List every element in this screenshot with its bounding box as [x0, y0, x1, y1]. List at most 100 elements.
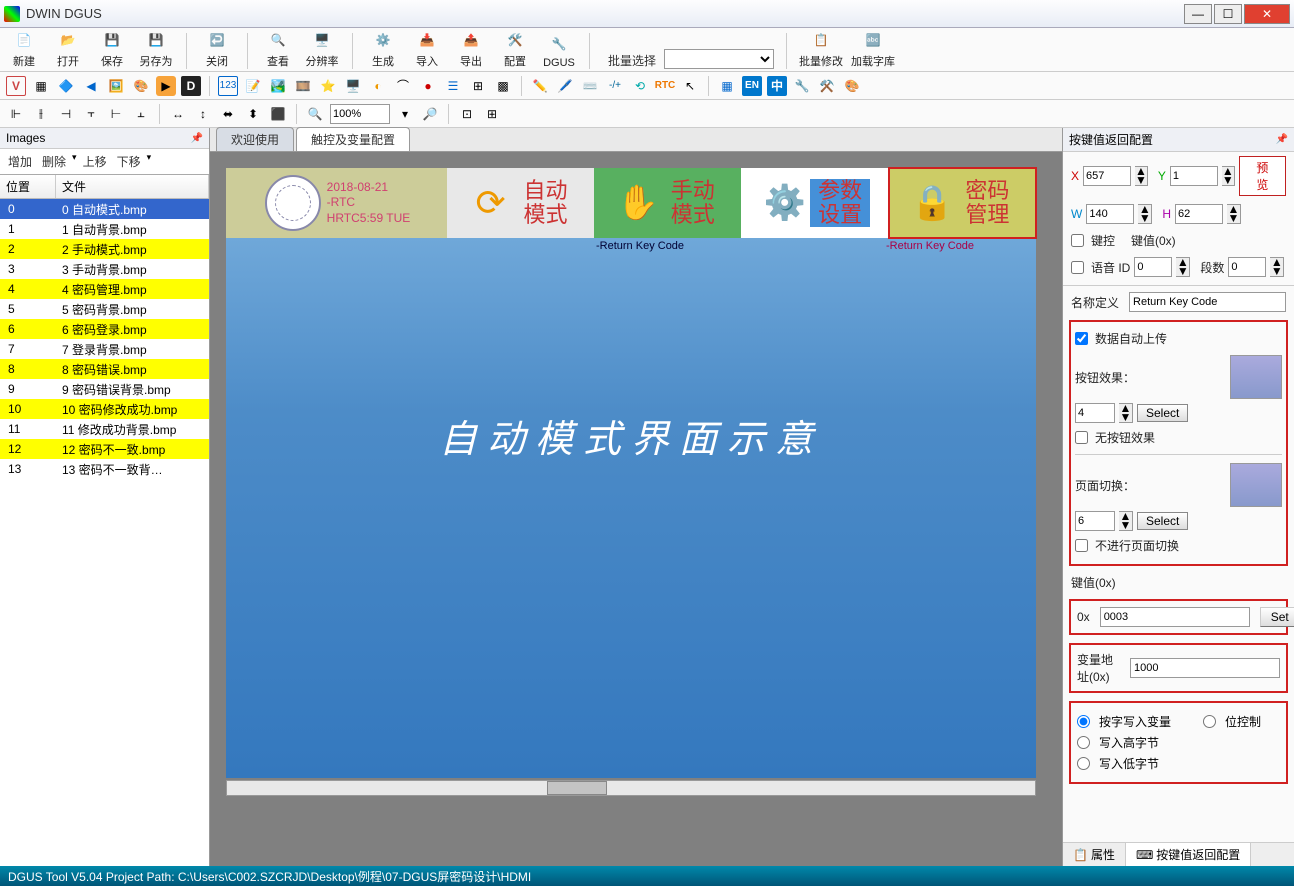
tool-icon-6[interactable]: ▶ — [156, 76, 176, 96]
image-icon[interactable]: 🏞️ — [268, 76, 288, 96]
tool-icon-5[interactable]: 🎨 — [131, 76, 151, 96]
design-canvas[interactable]: 2018-08-21 -RTC HRTC5:59 TUE ⟳ 自动模式 ✋ 手动… — [226, 168, 1036, 778]
table-row[interactable]: 33 手动背景.bmp — [0, 259, 209, 279]
radio-bit-ctrl[interactable] — [1203, 715, 1216, 728]
key-hex-input[interactable] — [1100, 607, 1250, 627]
generate-button[interactable]: ⚙️生成 — [365, 28, 401, 69]
no-page-switch-checkbox[interactable] — [1075, 539, 1088, 552]
gauge-icon[interactable]: ◐ — [368, 76, 388, 96]
tool-icon-2[interactable]: 🔷 — [56, 76, 76, 96]
dgus-button[interactable]: 🔧DGUS — [541, 32, 577, 69]
zoom-fit-icon[interactable]: ▾ — [395, 104, 415, 124]
config-button[interactable]: 🛠️配置 — [497, 28, 533, 69]
bottom-tab-keyreturn[interactable]: ⌨按键值返回配置 — [1126, 843, 1251, 866]
import-button[interactable]: 📥导入 — [409, 28, 445, 69]
align-right-icon[interactable]: ⊣ — [56, 104, 76, 124]
tools-icon[interactable]: ⚒️ — [817, 76, 837, 96]
table-row[interactable]: 11 自动背景.bmp — [0, 219, 209, 239]
maximize-button[interactable]: ☐ — [1214, 4, 1242, 24]
canvas-param-button[interactable]: ⚙️ 参数设置 — [741, 168, 888, 238]
move-up-button[interactable]: 上移 — [79, 152, 111, 171]
canvas-datetime-widget[interactable]: 2018-08-21 -RTC HRTC5:59 TUE — [226, 168, 447, 238]
minimize-button[interactable]: — — [1184, 4, 1212, 24]
tool-d-icon[interactable]: D — [181, 76, 201, 96]
wrench-icon[interactable]: 🔧 — [792, 76, 812, 96]
page-switch-select[interactable]: Select — [1137, 512, 1188, 530]
batch-modify-button[interactable]: 📋批量修改 — [799, 28, 843, 69]
monitor-icon[interactable]: 🖥️ — [343, 76, 363, 96]
dist-h-icon[interactable]: ↔ — [168, 104, 188, 124]
table-row[interactable]: 1212 密码不一致.bmp — [0, 439, 209, 459]
edit-icon[interactable]: ✏️ — [530, 76, 550, 96]
pin-icon[interactable]: 📌 — [191, 133, 203, 144]
h-input[interactable] — [1175, 204, 1223, 224]
radio-write-high[interactable] — [1077, 736, 1090, 749]
zoom-in-icon[interactable]: 🔎 — [420, 104, 440, 124]
export-button[interactable]: 📤导出 — [453, 28, 489, 69]
calendar-icon[interactable]: ▦ — [717, 76, 737, 96]
brush-icon[interactable]: 🖊️ — [555, 76, 575, 96]
table-row[interactable]: 1010 密码修改成功.bmp — [0, 399, 209, 419]
preview-button[interactable]: 预览 — [1239, 156, 1286, 196]
var-addr-input[interactable] — [1130, 658, 1280, 678]
tab-welcome[interactable]: 欢迎使用 — [216, 127, 294, 151]
align-center-h-icon[interactable]: ⫲ — [31, 104, 51, 124]
batch-select-combo[interactable] — [664, 49, 774, 69]
dot-icon[interactable]: ● — [418, 76, 438, 96]
voice-id-input[interactable] — [1134, 257, 1172, 277]
table-row[interactable]: 44 密码管理.bmp — [0, 279, 209, 299]
en-icon[interactable]: EN — [742, 76, 762, 96]
bottom-tab-props[interactable]: 📋属性 — [1063, 843, 1126, 866]
x-input[interactable] — [1083, 166, 1131, 186]
zh-icon[interactable]: 中 — [767, 76, 787, 96]
delete-image-button[interactable]: 删除 — [38, 152, 70, 171]
radio-write-word[interactable] — [1077, 715, 1090, 728]
palette-icon[interactable]: 🎨 — [842, 76, 862, 96]
open-button[interactable]: 📂打开 — [50, 28, 86, 69]
text-icon[interactable]: 📝 — [243, 76, 263, 96]
table-row[interactable]: 22 手动模式.bmp — [0, 239, 209, 259]
same-size-icon[interactable]: ⬛ — [268, 104, 288, 124]
set-button[interactable]: Set — [1260, 607, 1294, 627]
name-def-input[interactable] — [1129, 292, 1286, 312]
var-icon[interactable]: V — [6, 76, 26, 96]
resolution-button[interactable]: 🖥️分辨率 — [304, 28, 340, 69]
tool-icon-4[interactable]: 🖼️ — [106, 76, 126, 96]
col-position[interactable]: 位置 — [0, 175, 56, 198]
list-icon[interactable]: ☰ — [443, 76, 463, 96]
table-row[interactable]: 1111 修改成功背景.bmp — [0, 419, 209, 439]
move-down-button[interactable]: 下移 — [113, 152, 145, 171]
add-image-button[interactable]: 增加 — [4, 152, 36, 171]
qr-icon[interactable]: ▩ — [493, 76, 513, 96]
h-spinner[interactable]: ▲▼ — [1227, 204, 1241, 224]
num-icon[interactable]: 123 — [218, 76, 238, 96]
new-button[interactable]: 📄新建 — [6, 28, 42, 69]
anim-icon[interactable]: 🎞️ — [293, 76, 313, 96]
save-as-button[interactable]: 💾另存为 — [138, 28, 174, 69]
load-font-button[interactable]: 🔤加载字库 — [851, 28, 895, 69]
sync-icon[interactable]: ⟲ — [630, 76, 650, 96]
tool-icon-1[interactable]: ▦ — [31, 76, 51, 96]
radio-write-low[interactable] — [1077, 757, 1090, 770]
table-row[interactable]: 88 密码错误.bmp — [0, 359, 209, 379]
table-row[interactable]: 55 密码背景.bmp — [0, 299, 209, 319]
btn-effect-input[interactable] — [1075, 403, 1115, 423]
view-button[interactable]: 🔍查看 — [260, 28, 296, 69]
same-w-icon[interactable]: ⬌ — [218, 104, 238, 124]
input-icon[interactable]: ⌨️ — [580, 76, 600, 96]
w-input[interactable] — [1086, 204, 1134, 224]
screen2-icon[interactable]: ⊞ — [482, 104, 502, 124]
x-spinner[interactable]: ▲▼ — [1135, 166, 1148, 186]
keyctrl-checkbox[interactable] — [1071, 234, 1084, 247]
tab-touch-var[interactable]: 触控及变量配置 — [296, 127, 410, 151]
table-row[interactable]: 99 密码错误背景.bmp — [0, 379, 209, 399]
canvas-h-scrollbar[interactable] — [226, 780, 1036, 796]
align-left-icon[interactable]: ⊩ — [6, 104, 26, 124]
close-project-button[interactable]: ↩️关闭 — [199, 28, 235, 69]
canvas-auto-mode-button[interactable]: ⟳ 自动模式 — [447, 168, 594, 238]
w-spinner[interactable]: ▲▼ — [1138, 204, 1152, 224]
table-row[interactable]: 1313 密码不一致背… — [0, 459, 209, 479]
grid-icon[interactable]: ⊞ — [468, 76, 488, 96]
seg-count-input[interactable] — [1228, 257, 1266, 277]
align-bottom-icon[interactable]: ⫠ — [131, 104, 151, 124]
